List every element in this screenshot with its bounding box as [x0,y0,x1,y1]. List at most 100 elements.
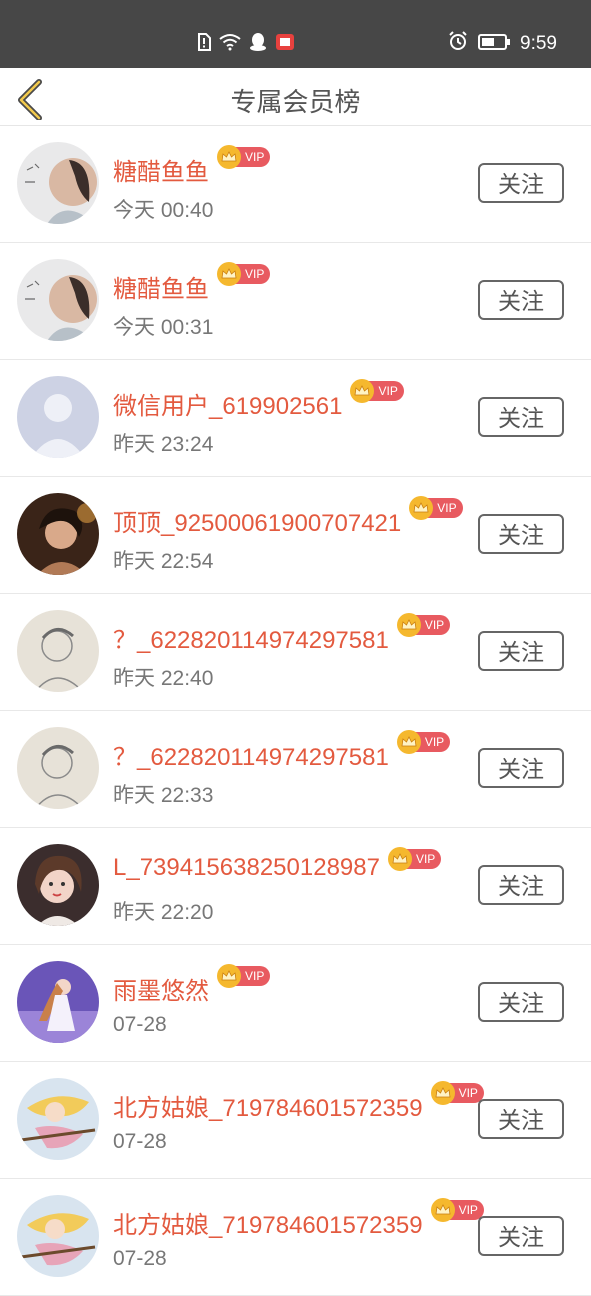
anime-witch-avatar [17,1195,99,1277]
list-item[interactable]: 雨墨悠然 VIP 07-28 关注 [0,945,591,1062]
crown-icon [396,730,421,754]
vip-badge: VIP [430,1081,484,1105]
member-name-line: 北方姑娘_719784601572359 VIP [113,1081,484,1123]
vip-badge: VIP [217,262,271,286]
clock-time: 9:59 [520,32,557,54]
qq-icon [249,32,267,56]
member-name[interactable]: ？_622820114974297581 [113,737,389,772]
follow-button[interactable]: 关注 [478,982,564,1022]
list-item[interactable]: 北方姑娘_719784601572359 VIP 07-28 关注 [0,1062,591,1179]
follow-button[interactable]: 关注 [478,163,564,203]
avatar[interactable] [17,961,99,1043]
crown-icon [430,1198,455,1222]
vip-badge: VIP [217,145,271,169]
crown-icon [217,262,241,286]
member-name-line: 微信用户_619902561 VIP [113,379,404,421]
follow-button[interactable]: 关注 [478,514,564,554]
list-item[interactable]: L_739415638250128987 VIP 昨天 22:20 关注 [0,828,591,945]
list-item[interactable]: ？_622820114974297581 VIP 昨天 22:40 关注 [0,594,591,711]
member-name[interactable]: 雨墨悠然 [113,971,209,1006]
purple-art-avatar [17,961,99,1043]
girl-photo-avatar [17,142,99,224]
default-user-avatar [17,376,99,458]
list-item[interactable]: 顶顶_92500061900707421 VIP 昨天 22:54 关注 [0,477,591,594]
member-name[interactable]: 糖醋鱼鱼 [113,152,209,187]
follow-button[interactable]: 关注 [478,1099,564,1139]
crown-icon [430,1081,455,1105]
follow-button[interactable]: 关注 [478,280,564,320]
member-name-line: 北方姑娘_719784601572359 VIP [113,1198,484,1240]
visit-time: 07-28 [113,1013,167,1036]
list-item[interactable]: 北方姑娘_719784601572359 VIP 07-28 关注 [0,1179,591,1296]
visit-time: 昨天 22:40 [113,667,214,690]
member-name-line: L_739415638250128987 VIP [113,847,442,882]
selfie-avatar [17,844,99,926]
member-name-line: 顶顶_92500061900707421 VIP [113,496,463,538]
member-name[interactable]: 微信用户_619902561 [113,386,342,421]
follow-button[interactable]: 关注 [478,748,564,788]
member-name[interactable]: 北方姑娘_719784601572359 [113,1205,423,1240]
member-name[interactable]: 糖醋鱼鱼 [113,269,209,304]
sketch-man-avatar [17,610,99,692]
visit-time: 07-28 [113,1247,167,1270]
crown-icon [217,964,241,988]
vip-badge: VIP [430,1198,484,1222]
crown-icon [387,847,412,871]
follow-button[interactable]: 关注 [478,397,564,437]
vip-badge: VIP [396,613,451,637]
avatar[interactable] [17,727,99,809]
avatar[interactable] [17,259,99,341]
member-name[interactable]: ？_622820114974297581 [113,620,389,655]
notification-icons [197,33,295,55]
avatar[interactable] [17,1195,99,1277]
member-name-line: ？_622820114974297581 VIP [113,730,451,772]
vip-badge: VIP [409,496,463,520]
vip-badge: VIP [387,847,442,871]
follow-button[interactable]: 关注 [478,865,564,905]
sketch-man-avatar [17,727,99,809]
visit-time: 07-28 [113,1130,167,1153]
crown-icon [396,613,421,637]
list-item[interactable]: ？_622820114974297581 VIP 昨天 22:33 关注 [0,711,591,828]
member-name[interactable]: 顶顶_92500061900707421 [113,503,401,538]
visit-time: 今天 00:31 [113,316,214,339]
follow-button[interactable]: 关注 [478,1216,564,1256]
app-notify-icon [275,32,295,56]
anime-witch-avatar [17,1078,99,1160]
vip-badge: VIP [217,964,271,988]
visit-time: 今天 00:40 [113,199,214,222]
app-header: 专属会员榜 [0,68,591,126]
girl-photo-avatar [17,259,99,341]
list-item[interactable]: 糖醋鱼鱼 VIP 今天 00:40 关注 [0,126,591,243]
crown-icon [217,145,241,169]
follow-button[interactable]: 关注 [478,631,564,671]
visit-time: 昨天 22:20 [113,901,214,924]
avatar[interactable] [17,142,99,224]
visit-time: 昨天 23:24 [113,433,214,456]
list-item[interactable]: 微信用户_619902561 VIP 昨天 23:24 关注 [0,360,591,477]
member-list: 糖醋鱼鱼 VIP 今天 00:40 关注 糖醋鱼鱼 VIP 今天 00:31 关… [0,126,591,1296]
page-title: 专属会员榜 [230,88,361,118]
battery-icon [478,33,511,55]
status-bar: 9:59 [0,0,591,68]
sim-alert-icon [197,33,211,55]
member-name-line: 糖醋鱼鱼 VIP [113,262,271,304]
avatar[interactable] [17,1078,99,1160]
member-name-line: ？_622820114974297581 VIP [113,613,451,655]
avatar[interactable] [17,844,99,926]
visit-time: 昨天 22:54 [113,550,214,573]
avatar[interactable] [17,610,99,692]
member-name-line: 糖醋鱼鱼 VIP [113,145,271,187]
vip-badge: VIP [350,379,404,403]
woman-portrait-avatar [17,493,99,575]
avatar[interactable] [17,376,99,458]
status-right: 9:59 [448,31,557,56]
list-item[interactable]: 糖醋鱼鱼 VIP 今天 00:31 关注 [0,243,591,360]
member-name[interactable]: 北方姑娘_719784601572359 [113,1088,423,1123]
member-name-line: 雨墨悠然 VIP [113,964,271,1006]
member-name[interactable]: L_739415638250128987 [113,854,380,882]
avatar[interactable] [17,493,99,575]
wifi-icon [219,33,241,55]
vip-badge: VIP [396,730,451,754]
visit-time: 昨天 22:33 [113,784,214,807]
